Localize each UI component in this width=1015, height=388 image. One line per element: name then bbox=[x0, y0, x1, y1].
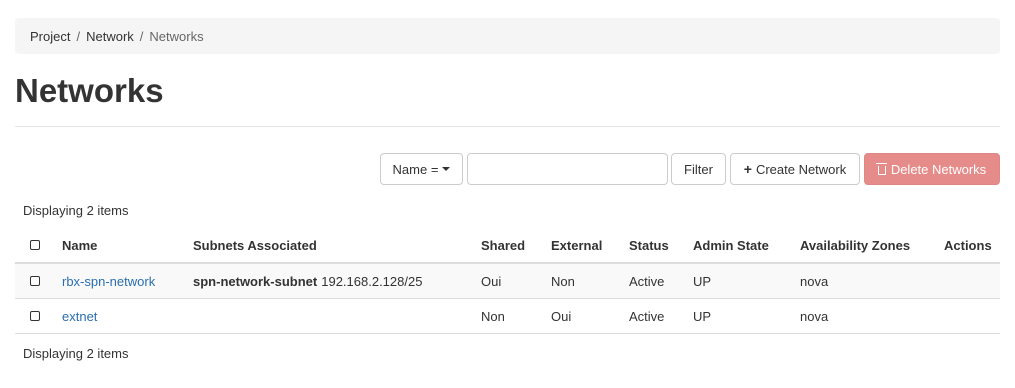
subnet-cidr: 192.168.2.128/25 bbox=[321, 273, 423, 289]
table-toolbar: Name = Filter + Create Network Delete Ne… bbox=[0, 153, 1015, 185]
column-header-admin-state[interactable]: Admin State bbox=[693, 228, 769, 262]
breadcrumb-separator: / bbox=[76, 28, 81, 44]
delete-networks-button[interactable]: Delete Networks bbox=[864, 153, 1000, 185]
select-all-cell bbox=[30, 228, 40, 262]
network-name-link[interactable]: extnet bbox=[62, 309, 97, 324]
admin-state-cell: UP bbox=[693, 308, 712, 324]
plus-icon: + bbox=[743, 161, 752, 177]
availability-zones-cell: nova bbox=[800, 273, 829, 289]
create-network-label: Create Network bbox=[755, 161, 847, 177]
admin-state-cell: UP bbox=[693, 273, 712, 289]
network-name-cell: rbx-spn-network bbox=[62, 264, 155, 298]
breadcrumb-item-networks: Networks bbox=[149, 28, 204, 44]
table-header: Name Subnets Associated Shared External … bbox=[15, 228, 1000, 264]
breadcrumb-item-project[interactable]: Project bbox=[30, 29, 70, 44]
row-select-cell bbox=[30, 299, 40, 333]
item-count-bottom: Displaying 2 items bbox=[23, 346, 129, 361]
status-cell: Active bbox=[629, 273, 665, 289]
column-header-actions: Actions bbox=[944, 237, 992, 253]
title-divider bbox=[15, 126, 1000, 127]
filter-button[interactable]: Filter bbox=[671, 153, 726, 185]
column-header-external[interactable]: External bbox=[551, 228, 602, 262]
column-header-availability-zones[interactable]: Availability Zones bbox=[800, 228, 910, 262]
shared-cell: Non bbox=[481, 308, 505, 324]
column-header-name[interactable]: Name bbox=[62, 228, 97, 262]
delete-networks-label: Delete Networks bbox=[890, 161, 987, 177]
column-header-subnets[interactable]: Subnets Associated bbox=[193, 228, 317, 262]
breadcrumb-item-network[interactable]: Network bbox=[86, 29, 134, 44]
caret-down-icon bbox=[442, 167, 451, 171]
breadcrumb: Project / Network / Networks bbox=[15, 18, 1000, 54]
external-cell: Non bbox=[551, 273, 575, 289]
filter-input[interactable] bbox=[467, 153, 668, 185]
network-name-cell: extnet bbox=[62, 299, 97, 333]
filter-field-label: Name = bbox=[392, 161, 439, 177]
external-cell: Oui bbox=[551, 308, 572, 324]
filter-field-dropdown[interactable]: Name = bbox=[380, 153, 463, 185]
item-count-top: Displaying 2 items bbox=[23, 203, 129, 218]
row-checkbox[interactable] bbox=[30, 276, 40, 286]
select-all-checkbox[interactable] bbox=[30, 240, 40, 250]
network-name-link[interactable]: rbx-spn-network bbox=[62, 274, 155, 289]
row-select-cell bbox=[30, 264, 40, 298]
subnets-cell: spn-network-subnet 192.168.2.128/25 bbox=[193, 264, 422, 298]
table-row: extnet Non Oui Active UP nova bbox=[15, 299, 1000, 334]
subnets-cell bbox=[193, 299, 197, 333]
column-header-status[interactable]: Status bbox=[629, 228, 669, 262]
shared-cell: Oui bbox=[481, 273, 502, 289]
breadcrumb-separator: / bbox=[139, 28, 144, 44]
status-cell: Active bbox=[629, 308, 665, 324]
column-header-shared[interactable]: Shared bbox=[481, 228, 525, 262]
create-network-button[interactable]: + Create Network bbox=[730, 153, 860, 185]
subnet-name: spn-network-subnet bbox=[193, 273, 318, 289]
availability-zones-cell: nova bbox=[800, 308, 829, 324]
page-title: Networks bbox=[15, 72, 164, 109]
networks-table: Name Subnets Associated Shared External … bbox=[15, 228, 1000, 334]
table-row: rbx-spn-network spn-network-subnet 192.1… bbox=[15, 264, 1000, 299]
trash-icon bbox=[875, 162, 887, 175]
row-checkbox[interactable] bbox=[30, 311, 40, 321]
